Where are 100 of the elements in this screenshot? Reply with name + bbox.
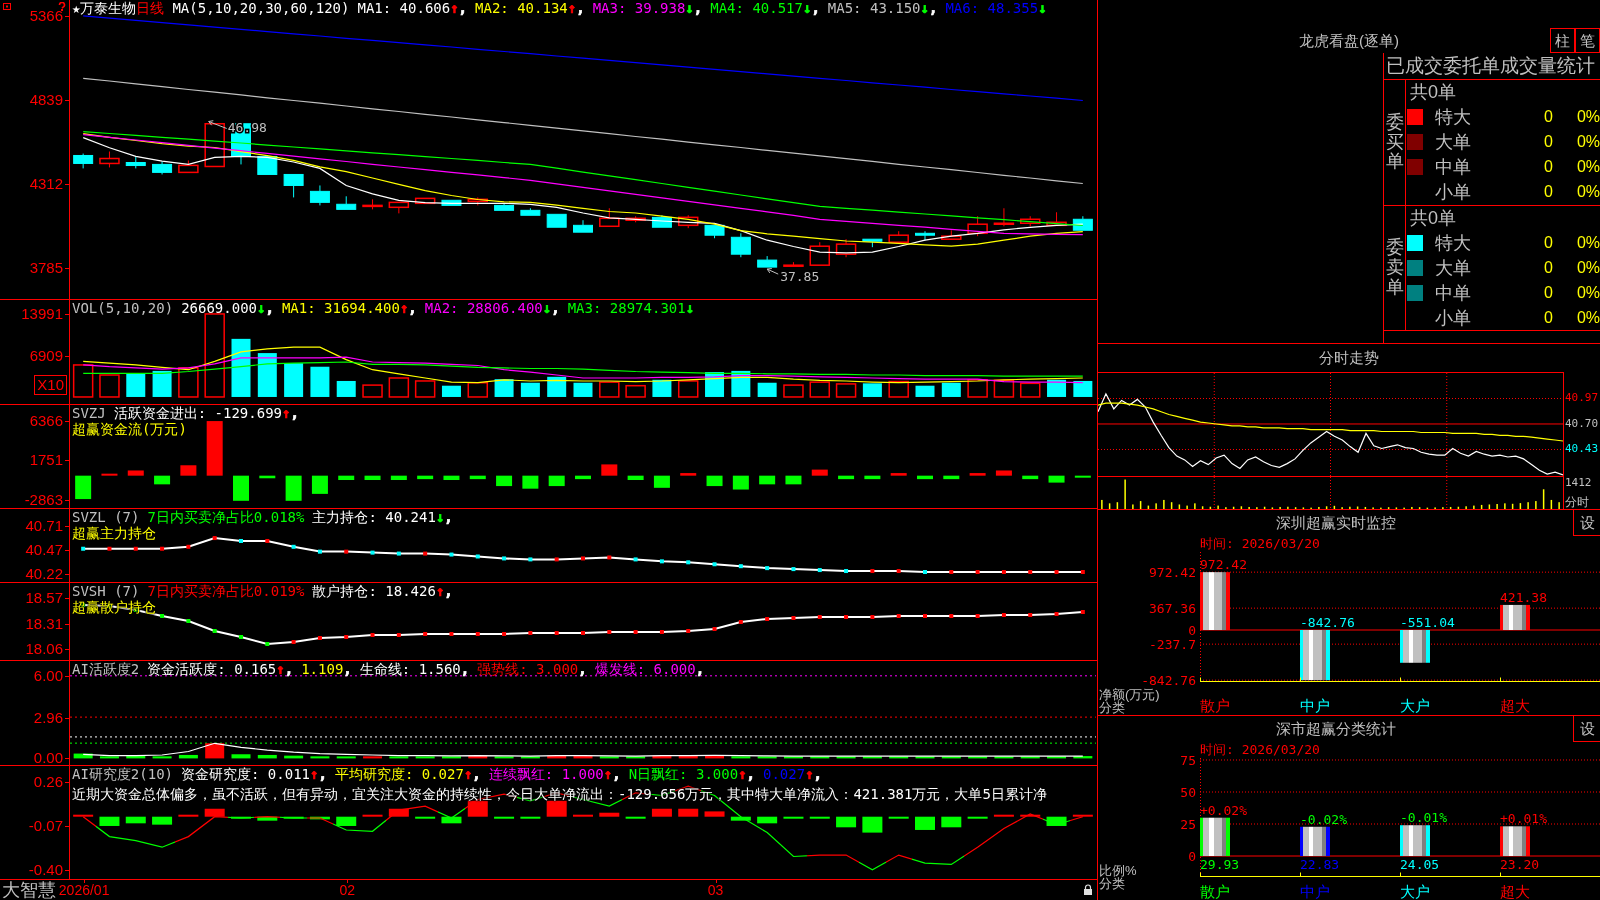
axis-label: -237.7	[1149, 637, 1196, 651]
value-label: 22.83	[1300, 857, 1340, 872]
indicator-value: 爆发线: 6.000	[594, 661, 696, 677]
value-label: 421.38	[1500, 589, 1547, 605]
indicator-value: 7日内买卖净占比0.019%	[147, 583, 305, 599]
legend-comma: ,	[284, 661, 294, 677]
legend-comma: ,	[265, 300, 274, 316]
trend-arrow: ↑	[463, 766, 473, 782]
trend-arrow: ↑	[567, 0, 577, 16]
order-percent: 0%	[1576, 258, 1600, 277]
legend-comma: ,	[929, 0, 938, 16]
trend-arrow: ↑	[276, 661, 285, 677]
axis-label: 6909	[29, 348, 63, 364]
axis-label: -842.76	[1141, 673, 1196, 687]
order-count: 0	[1543, 182, 1553, 201]
indicator-value: 26669.000	[181, 300, 257, 316]
trend-arrow: ↑	[399, 300, 409, 316]
order-count: 0	[1543, 233, 1553, 252]
trend-arrow: ↓	[257, 300, 266, 316]
legend-comma: ,	[693, 0, 703, 16]
legend-comma: ,	[408, 300, 417, 316]
axis-label: 0	[1188, 623, 1196, 637]
panel-title: 深市超赢分类统计	[1275, 720, 1396, 738]
indicator-subtitle: 超赢主力持仓	[72, 525, 156, 541]
indicator-value: MA4: 40.517	[710, 0, 803, 16]
panel-title: 深圳超赢实时监控	[1275, 514, 1396, 532]
change-label: -0.02%	[1300, 811, 1347, 827]
indicator-value: 活跃资金进出: -129.699	[113, 405, 282, 421]
legend-comma: ,	[813, 766, 823, 782]
axis-label: 40.97	[1565, 392, 1599, 405]
order-percent: 0%	[1576, 107, 1600, 126]
trend-arrow: ↑	[805, 766, 814, 782]
trend-arrow: ↓	[435, 509, 445, 525]
indicator-value: 1.109	[301, 661, 344, 677]
indicator-value: 散户持仓: 18.426	[312, 583, 436, 599]
date-label: 2026/01	[58, 882, 110, 898]
axis-title: 分时	[1564, 495, 1590, 509]
value-label: 972.42	[1200, 557, 1247, 573]
legend-comma: ,	[612, 766, 621, 782]
legend-comma: ,	[458, 0, 468, 16]
indicator-name: SVZJ	[72, 405, 106, 421]
indicator-name: AI活跃度2	[72, 661, 140, 677]
trend-arrow: ↑	[603, 766, 613, 782]
order-count: 0	[1543, 283, 1553, 302]
legend-comma: ,	[460, 661, 470, 677]
panel-title: 龙虎看盘(逐单)	[1299, 32, 1399, 51]
value-label: -842.76	[1300, 615, 1355, 630]
legend-comma: ,	[811, 0, 820, 16]
side-label: 委卖单	[1385, 238, 1404, 298]
category-label: 超大	[1500, 884, 1530, 899]
order-size-label: 大单	[1435, 131, 1472, 152]
indicator-value: 资金研究度: 0.011	[181, 766, 311, 782]
indicator-subtitle: 超赢资金流(万元)	[72, 421, 187, 437]
indicator-value: MA3: 28974.301	[567, 300, 686, 316]
trend-arrow: ↑	[738, 766, 747, 782]
indicator-value: MA6: 48.355	[945, 0, 1039, 16]
indicator-value: MA2: 40.134	[475, 0, 568, 16]
axis-label: 4839	[29, 92, 63, 108]
axis-label: 6.00	[33, 667, 63, 684]
trend-arrow: ↓	[542, 300, 552, 316]
trend-arrow: ↓	[685, 0, 694, 16]
axis-label: 40.47	[25, 541, 63, 558]
indicator-value: N日飘红: 3.000	[628, 766, 739, 782]
order-count: 0	[1543, 308, 1553, 327]
value-label: 29.93	[1200, 857, 1240, 872]
legend-comma: ,	[472, 766, 481, 782]
indicator-value: MA(5,10,20,30,60,120)	[172, 0, 350, 16]
order-size-label: 中单	[1435, 282, 1472, 303]
axis-label: 75	[1180, 753, 1196, 767]
trend-arrow: ↓	[802, 0, 812, 16]
order-count: 0	[1543, 157, 1553, 176]
trend-arrow: ↑	[282, 405, 291, 421]
order-total: 共0单	[1410, 82, 1456, 102]
axis-label: 18.57	[25, 590, 63, 606]
axis-label: -0.40	[28, 861, 63, 878]
order-percent: 0%	[1576, 157, 1600, 176]
indicator-value: MA2: 28806.400	[424, 300, 543, 316]
indicator-value: 强势线: 3.000	[477, 661, 579, 677]
category-label: 超大	[1500, 698, 1530, 713]
indicator-value: 生命线: 1.560	[359, 661, 461, 677]
indicator-value: 7日内买卖净占比0.018%	[147, 509, 305, 525]
axis-title: 净额(万元)	[1098, 688, 1160, 701]
indicator-value: MA5: 43.150	[827, 0, 921, 16]
indicator-name: VOL(5,10,20)	[72, 300, 174, 316]
axis-label: 50	[1180, 785, 1196, 799]
indicator-value: MA3: 39.938	[592, 0, 686, 16]
order-percent: 0%	[1576, 132, 1600, 151]
axis-label: 6366	[29, 412, 63, 429]
trend-arrow: ↑	[450, 0, 459, 16]
axis-title: 比例%	[1098, 864, 1137, 877]
axis-label: 1412	[1565, 477, 1592, 489]
trend-arrow: ↓	[920, 0, 929, 16]
indicator-value: 主力持仓: 40.241	[312, 509, 436, 525]
axis-label: 0.00	[33, 750, 63, 767]
date-text: 时间: 2026/03/20	[1200, 742, 1320, 758]
legend-comma: ,	[551, 300, 560, 316]
order-count: 0	[1543, 132, 1553, 151]
indicator-value: MA1: 31694.400	[281, 300, 400, 316]
category-label: 大户	[1400, 698, 1430, 713]
category-label: 散户	[1200, 884, 1230, 899]
